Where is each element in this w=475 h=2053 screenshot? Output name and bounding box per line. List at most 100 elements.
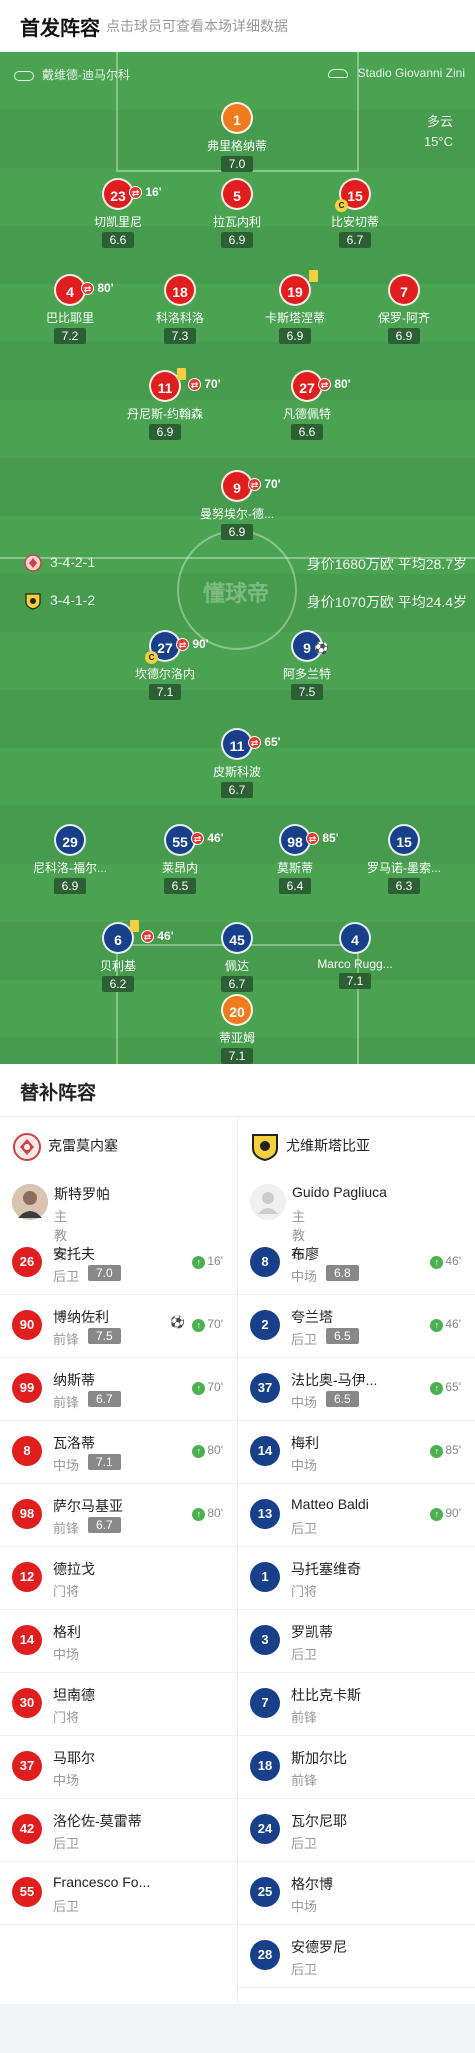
sub-out-marker: ⇄ 46' <box>141 920 174 952</box>
player-home-19[interactable]: 19 卡斯塔涅蒂 6.9 <box>240 270 350 345</box>
player-position: 中场 <box>53 1647 80 1662</box>
player-position: 后卫 <box>291 1521 318 1536</box>
substitute-row[interactable]: 14 梅利 中场 ↑ 85' <box>238 1421 475 1484</box>
player-name: 巴比耶里 <box>45 311 94 325</box>
substitute-row[interactable]: 14 格利 中场 <box>0 1610 237 1673</box>
away-formation-row: 3-4-1-2 <box>24 592 95 610</box>
substitution-icon: ⇄ <box>306 832 319 846</box>
substitute-row[interactable]: 98 萨尔马基亚 前锋 6.7 ↑ 80' <box>0 1484 237 1547</box>
player-name: 斯加尔比 <box>291 1750 347 1766</box>
substitutes-title: 替补阵容 <box>20 1083 97 1104</box>
player-away-6[interactable]: 6 ⇄ 46' 贝利基 6.2 <box>63 920 174 993</box>
player-home-4[interactable]: 4 ⇄ 80' 巴比耶里 7.2 <box>15 274 125 345</box>
substitute-row[interactable]: 2 夸兰塔 后卫 6.5 ↑ 46' <box>238 1295 475 1358</box>
sub-in-time: ↑ 90' <box>430 1506 461 1521</box>
substitute-row[interactable]: 55 Francesco Fo... 后卫 <box>0 1862 237 1925</box>
substitute-row[interactable]: 24 瓦尔尼耶 后卫 <box>238 1799 475 1862</box>
player-number: 45 <box>221 922 253 954</box>
weather-text: 多云 <box>426 114 453 129</box>
away-team-name: 尤维斯塔比亚 <box>286 1137 370 1154</box>
player-rating: 6.9 <box>220 232 254 248</box>
substitute-row[interactable]: 8 瓦洛蒂 中场 7.1 ↑ 80' <box>0 1421 237 1484</box>
player-away-98[interactable]: 98 ⇄ 85' 莫斯蒂 6.4 <box>240 824 350 895</box>
substitute-row[interactable]: 1 马托塞维奇 门将 <box>238 1547 475 1610</box>
player-name: 德拉戈 <box>53 1561 95 1577</box>
sub-in-time: ↑ 65' <box>430 1380 461 1395</box>
substitution-icon: ⇄ <box>129 186 142 200</box>
substitute-row[interactable]: 13 Matteo Baldi 后卫 ↑ 90' <box>238 1484 475 1547</box>
home-team-crest-icon <box>12 1132 42 1162</box>
sub-in-arrow-icon: ↑ <box>192 1256 206 1269</box>
player-home-7[interactable]: 7 保罗-阿齐 6.9 <box>349 274 459 345</box>
player-home-27[interactable]: 27 ⇄ 80' 凡德佩特 6.6 <box>252 370 362 441</box>
weather-info: 多云 15°C <box>424 112 453 152</box>
player-home-23[interactable]: 23 ⇄ 16' 切凯里尼 6.6 <box>63 178 173 249</box>
substitute-row[interactable]: 30 坦南德 门将 <box>0 1673 237 1736</box>
substitute-row[interactable]: 99 纳斯蒂 前锋 6.7 ↑ 70' <box>0 1358 237 1421</box>
player-rating: 7.1 <box>338 973 372 989</box>
player-position: 中场 <box>53 1458 80 1473</box>
sub-in-time: ↑ 46' <box>430 1254 461 1269</box>
player-home-5[interactable]: 5 拉瓦内利 6.9 <box>182 178 292 249</box>
player-number: 13 <box>250 1499 280 1529</box>
player-name: 卡斯塔涅蒂 <box>264 311 325 325</box>
player-name: 法比奥-马伊... <box>291 1372 378 1388</box>
substitute-row[interactable]: 7 杜比克卡斯 前锋 <box>238 1673 475 1736</box>
substitute-row[interactable]: 25 格尔博 中场 <box>238 1862 475 1925</box>
player-rating: 6.9 <box>278 328 312 344</box>
player-name: 比安切蒂 <box>330 215 379 229</box>
player-away-9[interactable]: 9 ⚽ 阿多兰特 7.5 <box>252 630 362 701</box>
player-number: 15 C <box>335 178 371 212</box>
substitution-icon: ⇄ <box>248 478 261 492</box>
substitute-row[interactable]: 90 博纳佐利 前锋 7.5 ⚽ ↑ 70' <box>0 1295 237 1358</box>
player-away-15[interactable]: 15 罗马诺-墨索... 6.3 <box>349 824 459 895</box>
temperature: 15°C <box>423 134 453 149</box>
substitute-row[interactable]: 26 安托夫 后卫 7.0 ↑ 16' <box>0 1232 237 1295</box>
substitution-icon: ⇄ <box>141 930 154 944</box>
sub-out-marker: ⇄ 90' <box>176 628 209 660</box>
substitute-row[interactable]: 18 斯加尔比 前锋 <box>238 1736 475 1799</box>
player-away-20[interactable]: 20 蒂亚姆 7.1 <box>182 994 292 1064</box>
away-team-header[interactable]: 尤维斯塔比亚 <box>250 1132 370 1162</box>
player-number: 19 <box>279 270 318 306</box>
substitute-row[interactable]: 8 布廖 中场 6.8 ↑ 46' <box>238 1232 475 1295</box>
player-away-27[interactable]: 27 ⇄ 90' C 坎德尔洛内 7.1 <box>110 630 220 701</box>
player-number: 9 ⇄ 70' <box>221 470 281 502</box>
player-name: 罗凯蒂 <box>291 1624 333 1640</box>
player-away-29[interactable]: 29 尼科洛-福尔... 6.9 <box>15 824 125 895</box>
player-away-55[interactable]: 55 ⇄ 46' 莱昂内 6.5 <box>125 824 235 895</box>
player-home-15[interactable]: 15 C 比安切蒂 6.7 <box>300 178 410 249</box>
player-name: 蒂亚姆 <box>218 1031 255 1045</box>
player-name: 格利 <box>53 1624 81 1640</box>
player-away-4[interactable]: 4 Marco Rugg... 7.1 <box>300 922 410 990</box>
player-name: 安德罗尼 <box>291 1939 347 1955</box>
home-team-header[interactable]: 克雷莫内塞 <box>12 1132 118 1162</box>
home-coach-name: 戴维德-迪马尔科 <box>42 68 130 82</box>
substitute-row[interactable]: 37 法比奥-马伊... 中场 6.5 ↑ 65' <box>238 1358 475 1421</box>
player-number: 12 <box>12 1562 42 1592</box>
substitute-row[interactable]: 42 洛伦佐-莫雷蒂 后卫 <box>0 1799 237 1862</box>
coach-name: Guido Pagliuca <box>292 1184 387 1200</box>
goal-ball-icon: ⚽ <box>314 641 329 655</box>
substitute-row[interactable]: 28 安德罗尼 后卫 <box>238 1925 475 1988</box>
player-name: 布廖 <box>291 1246 319 1262</box>
player-number: 4 <box>339 922 371 954</box>
player-name: 曼努埃尔-德... <box>200 507 274 521</box>
player-away-45[interactable]: 45 佩达 6.7 <box>182 922 292 993</box>
substitution-icon: ⇄ <box>248 736 261 750</box>
player-position: 前锋 <box>53 1332 80 1347</box>
sub-in-arrow-icon: ↑ <box>430 1445 444 1458</box>
substitute-row[interactable]: 12 德拉戈 门将 <box>0 1547 237 1610</box>
substitute-row[interactable]: 3 罗凯蒂 后卫 <box>238 1610 475 1673</box>
player-home-1[interactable]: 1 弗里格纳蒂 7.0 <box>182 102 292 173</box>
substitute-row[interactable]: 37 马耶尔 中场 <box>0 1736 237 1799</box>
player-name: 杜比克卡斯 <box>291 1687 361 1703</box>
player-position: 门将 <box>53 1710 80 1725</box>
stadium-icon <box>327 69 348 79</box>
player-rating: 6.4 <box>278 878 312 894</box>
player-number: 37 <box>12 1751 42 1781</box>
player-away-11[interactable]: 11 ⇄ 65' 皮斯科波 6.7 <box>182 728 292 799</box>
player-home-9[interactable]: 9 ⇄ 70' 曼努埃尔-德... 6.9 <box>182 470 292 541</box>
player-home-18[interactable]: 18 科洛科洛 7.3 <box>125 274 235 345</box>
player-home-11[interactable]: 11 ⇄ 70' 丹尼斯-约翰森 6.9 <box>110 368 221 441</box>
